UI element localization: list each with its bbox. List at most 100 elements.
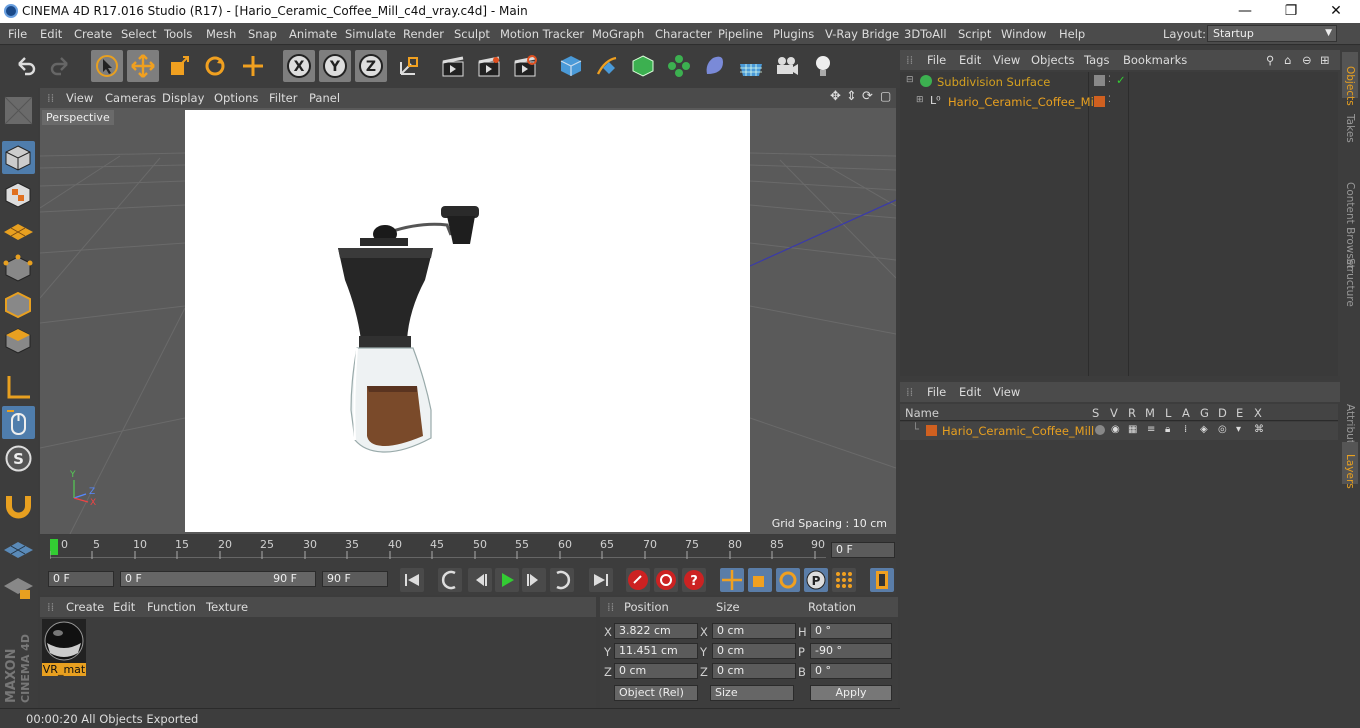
column-name[interactable]: Name	[905, 406, 939, 420]
undo-button[interactable]	[9, 50, 41, 82]
menu-pipeline[interactable]: Pipeline	[718, 27, 763, 41]
column-render[interactable]: R	[1128, 406, 1136, 420]
snap-button[interactable]: S	[2, 442, 35, 475]
scale-button[interactable]	[163, 50, 195, 82]
edges-mode-button[interactable]	[2, 288, 35, 321]
add-cube-button[interactable]	[555, 50, 587, 82]
menu-render[interactable]: Render	[403, 27, 444, 41]
x-axis-lock-button[interactable]: X	[283, 50, 315, 82]
menu-motion-tracker[interactable]: Motion Tracker	[500, 27, 584, 41]
xref-icon[interactable]: ⌘	[1254, 424, 1264, 435]
menu-animate[interactable]: Animate	[289, 27, 337, 41]
timeline-ruler[interactable]: 0 5 10 15 20 25 30 35 40 45 50 55 60 65 …	[40, 535, 896, 565]
material-name-label[interactable]: VR_mat	[42, 663, 86, 676]
menu-sculpt[interactable]: Sculpt	[454, 27, 490, 41]
column-animation[interactable]: A	[1182, 406, 1190, 420]
menu-create[interactable]: Create	[74, 27, 112, 41]
menu-script[interactable]: Script	[958, 27, 991, 41]
rotation-h-field[interactable]: 0 °	[810, 623, 892, 639]
column-xref[interactable]: X	[1254, 406, 1262, 420]
object-name[interactable]: Hario_Ceramic_Coffee_Mill	[948, 95, 1100, 109]
frame-range-slider[interactable]: 0 F 90 F	[120, 571, 316, 587]
tab-structure[interactable]: Structure	[1342, 238, 1358, 307]
workplane-lock-button[interactable]	[2, 570, 35, 603]
add-floor-button[interactable]	[735, 50, 767, 82]
coordinate-system-button[interactable]	[393, 50, 425, 82]
add-subdivision-button[interactable]	[627, 50, 659, 82]
add-spline-pen-button[interactable]	[591, 50, 623, 82]
material-menu-function[interactable]: Function	[147, 600, 196, 614]
layer-color-swatch[interactable]	[926, 425, 937, 436]
add-camera-button[interactable]	[771, 50, 803, 82]
start-frame-field[interactable]: 0 F	[48, 571, 114, 587]
maximize-button[interactable]: ❐	[1268, 0, 1314, 23]
generator-icon[interactable]: ◈	[1200, 424, 1208, 435]
rotation-p-field[interactable]: -90 °	[810, 643, 892, 659]
lock-icon[interactable]: 🔒︎	[1165, 424, 1170, 435]
workplane-mode-button[interactable]	[2, 215, 35, 248]
object-menu-edit[interactable]: Edit	[959, 53, 981, 67]
object-row[interactable]: ⊞ L⁰ Hario_Ceramic_Coffee_Mill ⁚	[900, 93, 1338, 112]
column-locked[interactable]: L	[1165, 406, 1171, 420]
points-mode-button[interactable]	[2, 252, 35, 285]
keyframe-selection-button[interactable]: ?	[682, 568, 706, 592]
column-manager[interactable]: M	[1145, 406, 1155, 420]
size-y-field[interactable]: 0 cm	[712, 643, 796, 659]
menu-select[interactable]: Select	[121, 27, 156, 41]
texture-mode-button[interactable]	[2, 178, 35, 211]
viewport-menu-options[interactable]: Options	[214, 91, 258, 105]
viewport-menu-view[interactable]: View	[66, 91, 93, 105]
polygons-mode-button[interactable]	[2, 324, 35, 357]
transform-button[interactable]	[237, 50, 269, 82]
step-back-button[interactable]	[468, 568, 492, 592]
layer-name[interactable]: Hario_Ceramic_Coffee_Mill	[942, 424, 1094, 438]
column-generators[interactable]: G	[1200, 406, 1209, 420]
step-forward-button[interactable]	[522, 568, 546, 592]
y-axis-lock-button[interactable]: Y	[319, 50, 351, 82]
apply-button[interactable]: Apply	[810, 685, 892, 701]
visibility-dots-icon[interactable]: ⁚	[1108, 95, 1111, 105]
object-menu-file[interactable]: File	[927, 53, 946, 67]
material-menu-edit[interactable]: Edit	[113, 600, 135, 614]
move-button[interactable]	[127, 50, 159, 82]
goto-prev-key-button[interactable]	[438, 568, 462, 592]
timeline-window-button[interactable]	[870, 568, 894, 592]
size-x-field[interactable]: 0 cm	[712, 623, 796, 639]
object-menu-view[interactable]: View	[993, 53, 1020, 67]
manager-icon[interactable]: ≡	[1147, 424, 1155, 435]
deformer-icon[interactable]: ◎	[1218, 424, 1227, 435]
tab-attributes[interactable]: Attributes	[1342, 382, 1358, 456]
viewport-move-icon[interactable]: ✥	[830, 89, 841, 104]
3d-viewport[interactable]: Perspective Grid Spacing : 10 cm Y Z X	[40, 108, 896, 534]
render-view-button[interactable]	[437, 50, 469, 82]
column-deformers[interactable]: D	[1218, 406, 1227, 420]
close-button[interactable]: ✕	[1313, 0, 1359, 23]
grid-lock-button[interactable]	[2, 534, 35, 567]
tab-content-browser[interactable]: Content Browser	[1342, 146, 1358, 270]
menu-help[interactable]: Help	[1059, 27, 1085, 41]
material-menu-texture[interactable]: Texture	[206, 600, 248, 614]
viewport-menu-cameras[interactable]: Cameras	[105, 91, 156, 105]
key-pla-button[interactable]	[832, 568, 856, 592]
menu-mesh[interactable]: Mesh	[206, 27, 236, 41]
tab-layers[interactable]: Layers	[1342, 442, 1358, 489]
column-expressions[interactable]: E	[1236, 406, 1243, 420]
menu-character[interactable]: Character	[655, 27, 712, 41]
viewport-menu-filter[interactable]: Filter	[269, 91, 297, 105]
clapper-icon[interactable]: ▦	[1128, 424, 1137, 435]
size-mode-select[interactable]: Size	[710, 685, 794, 701]
layout-select[interactable]: Startup ▼	[1207, 25, 1337, 42]
expand-icon[interactable]: ⊞	[916, 95, 924, 105]
size-z-field[interactable]: 0 cm	[712, 663, 796, 679]
expression-icon[interactable]: ▾	[1236, 424, 1241, 435]
search-icon[interactable]: ⚲	[1266, 53, 1274, 67]
column-solo[interactable]: S	[1092, 406, 1099, 420]
enabled-check-icon[interactable]: ✓	[1116, 73, 1126, 87]
position-z-field[interactable]: 0 cm	[614, 663, 698, 679]
viewport-camera-label[interactable]: Perspective	[42, 110, 114, 125]
menu-tools[interactable]: Tools	[164, 27, 192, 41]
rotate-button[interactable]	[199, 50, 231, 82]
home-icon[interactable]: ⌂	[1284, 53, 1291, 67]
menu-edit[interactable]: Edit	[40, 27, 62, 41]
goto-start-button[interactable]	[400, 568, 424, 592]
